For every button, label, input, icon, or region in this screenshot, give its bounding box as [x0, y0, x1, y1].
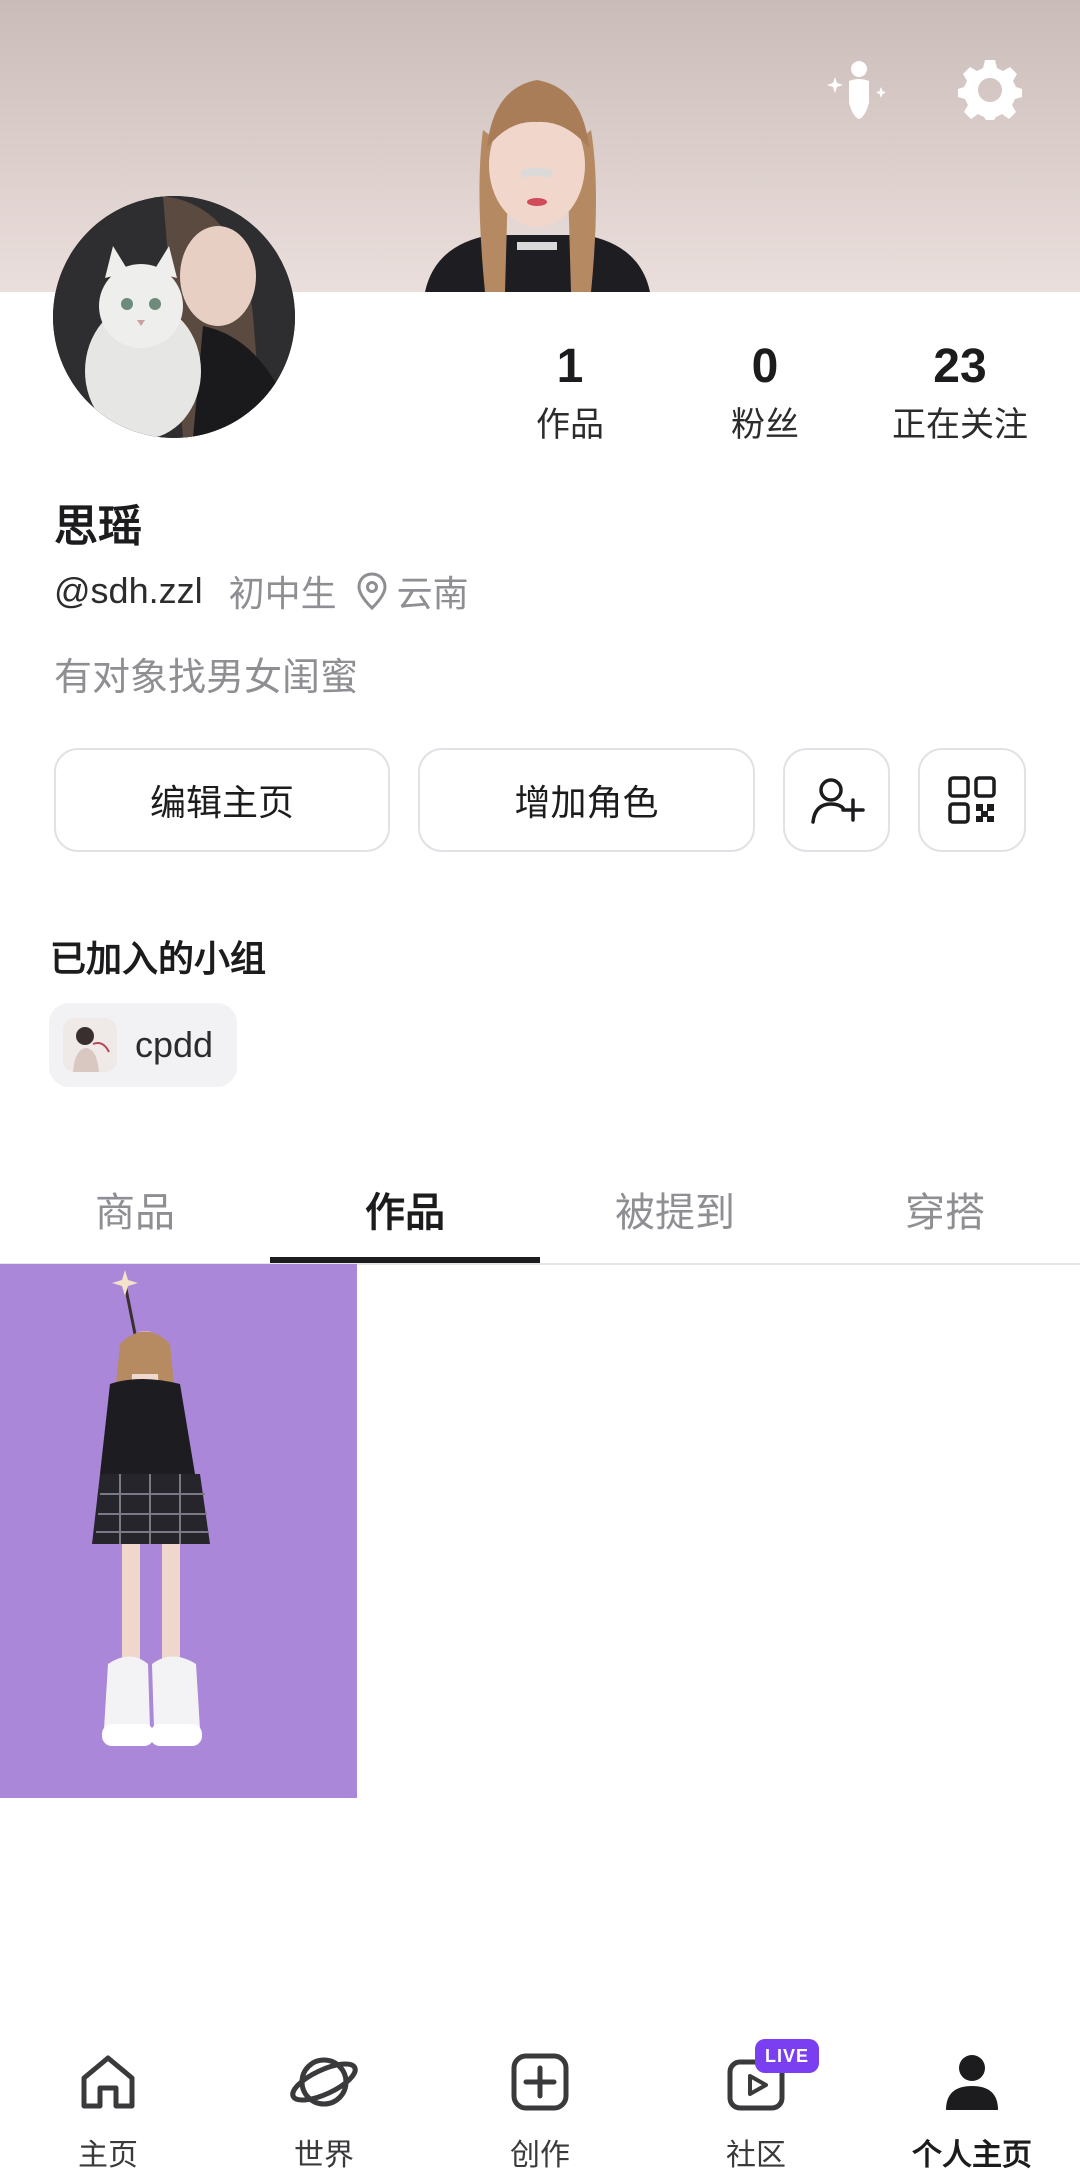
nav-item-profile[interactable]: 个人主页 — [864, 2030, 1080, 2171]
tab-works[interactable]: 作品 — [270, 1155, 540, 1263]
stat-works-label: 作品 — [536, 405, 604, 445]
add-user-icon — [810, 778, 865, 824]
tab-products[interactable]: 商品 — [0, 1155, 270, 1263]
profile-handle: @sdh.zzl — [54, 570, 203, 611]
avatar-sparkle-icon[interactable] — [818, 50, 898, 130]
nav-label-profile: 个人主页 — [912, 2138, 1032, 2171]
content-tabs: 商品 作品 被提到 穿搭 — [0, 1155, 1080, 1265]
bottom-navigation: 主页 世界 创作 社区 个人主页 — [0, 2030, 1080, 2171]
profile-avatar[interactable] — [53, 196, 295, 438]
profile-grade: 初中生 — [228, 574, 337, 615]
stat-followers-label: 粉丝 — [731, 405, 799, 445]
stat-following[interactable]: 23 正在关注 — [860, 335, 1060, 449]
group-chip[interactable]: cpdd — [49, 1003, 237, 1087]
work-thumbnail-image — [0, 1264, 357, 1798]
location-pin-icon — [357, 571, 391, 611]
planet-icon — [284, 2042, 364, 2122]
profile-icon — [932, 2042, 1012, 2122]
add-friend-button[interactable] — [783, 748, 890, 852]
stat-works[interactable]: 1 作品 — [470, 335, 670, 449]
nav-label-community: 社区 — [726, 2138, 786, 2171]
profile-meta: @sdh.zzl 初中生 云南 — [54, 566, 469, 616]
banner-character-image — [425, 80, 650, 292]
nav-label-home: 主页 — [78, 2138, 138, 2171]
profile-name: 思瑶 — [54, 501, 142, 552]
stat-following-label: 正在关注 — [892, 405, 1028, 445]
groups-section-title: 已加入的小组 — [50, 939, 267, 980]
home-icon — [68, 2042, 148, 2122]
stat-works-count: 1 — [556, 340, 584, 393]
profile-location: 云南 — [396, 574, 469, 615]
nav-label-create: 创作 — [510, 2138, 570, 2171]
qr-code-button[interactable] — [918, 748, 1026, 852]
tab-mentioned[interactable]: 被提到 — [540, 1155, 810, 1263]
create-plus-icon — [500, 2042, 580, 2122]
live-badge: LIVE — [755, 2039, 819, 2073]
gear-icon[interactable] — [950, 50, 1030, 130]
tab-outfits[interactable]: 穿搭 — [810, 1155, 1080, 1263]
nav-item-create[interactable]: 创作 — [432, 2030, 648, 2171]
nav-item-home[interactable]: 主页 — [0, 2030, 216, 2171]
stat-following-count: 23 — [933, 340, 987, 393]
work-card[interactable] — [0, 1264, 357, 1798]
profile-bio: 有对象找男女闺蜜 — [54, 655, 359, 699]
stat-followers[interactable]: 0 粉丝 — [665, 335, 865, 449]
active-tab-indicator — [270, 1257, 540, 1263]
edit-profile-button[interactable]: 编辑主页 — [54, 748, 390, 852]
nav-item-world[interactable]: 世界 — [216, 2030, 432, 2171]
profile-stats: 1 作品 0 粉丝 23 正在关注 — [470, 335, 1060, 455]
avatar-image — [53, 196, 295, 438]
nav-label-world: 世界 — [294, 2138, 354, 2171]
group-thumbnail — [63, 1018, 117, 1072]
add-role-button[interactable]: 增加角色 — [418, 748, 755, 852]
group-name: cpdd — [135, 1024, 214, 1065]
qr-code-icon — [948, 776, 996, 824]
stat-followers-count: 0 — [751, 340, 779, 393]
